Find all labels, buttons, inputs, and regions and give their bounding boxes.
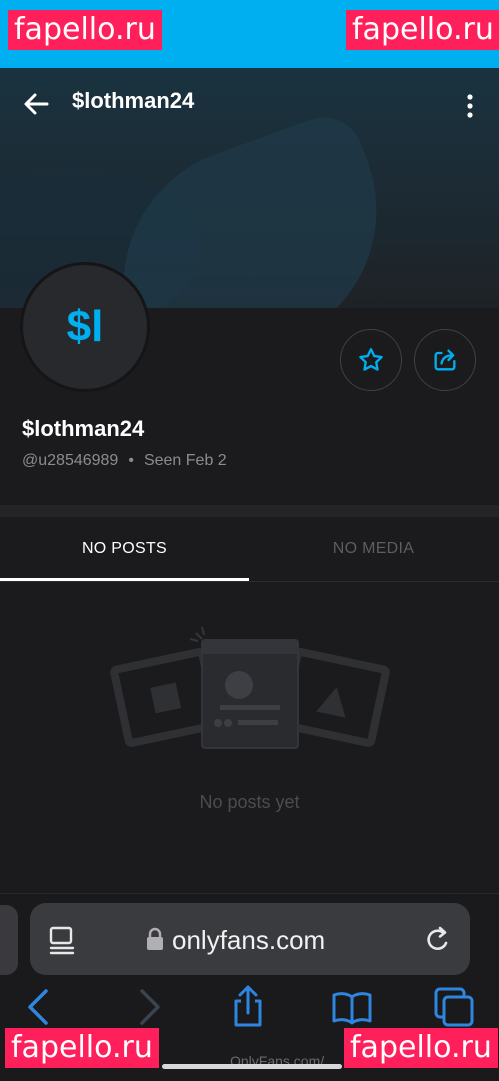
star-icon: [359, 348, 383, 371]
avatar[interactable]: $l: [20, 262, 150, 392]
share-icon: [434, 349, 456, 371]
profile-tabs: NO POSTS NO MEDIA: [0, 517, 499, 582]
watermark-top-right: fapello.ru: [346, 10, 499, 50]
tab-media[interactable]: NO MEDIA: [249, 517, 498, 581]
browser-share-icon[interactable]: [228, 985, 268, 1029]
previous-tab-edge[interactable]: [0, 905, 18, 975]
section-divider: [0, 505, 499, 517]
favorite-button[interactable]: [340, 329, 402, 391]
seen-date: Feb 2: [185, 452, 227, 469]
tab-posts[interactable]: NO POSTS: [0, 517, 249, 581]
browser-forward-icon[interactable]: [128, 985, 168, 1029]
more-options-icon[interactable]: [458, 92, 482, 120]
reader-icon[interactable]: [48, 925, 76, 955]
lock-icon: [146, 927, 164, 951]
page-title: $lothman24: [72, 88, 195, 113]
watermark-bottom-left: fapello.ru: [5, 1028, 159, 1068]
browser-back-icon[interactable]: [20, 985, 60, 1029]
profile-handle: @u28546989: [22, 452, 119, 469]
url-text[interactable]: onlyfans.com: [172, 925, 325, 956]
bookmarks-icon[interactable]: [330, 985, 374, 1029]
profile-meta: @u28546989 • Seen Feb 2: [22, 452, 227, 470]
empty-state-message: No posts yet: [199, 792, 300, 812]
watermark-top-left: fapello.ru: [8, 10, 162, 50]
separator-dot: •: [128, 452, 134, 469]
seen-label: Seen: [143, 452, 182, 469]
share-button[interactable]: [414, 329, 476, 391]
empty-posts-illustration: [110, 625, 390, 755]
watermark-bottom-right: fapello.ru: [344, 1028, 498, 1068]
active-tab-indicator: [0, 578, 249, 581]
reload-icon[interactable]: [424, 924, 452, 956]
back-arrow-icon[interactable]: [20, 88, 52, 120]
profile-name: $lothman24: [22, 416, 145, 441]
tabs-icon[interactable]: [432, 985, 476, 1029]
avatar-initials: $l: [66, 302, 104, 351]
home-indicator[interactable]: [162, 1064, 342, 1069]
